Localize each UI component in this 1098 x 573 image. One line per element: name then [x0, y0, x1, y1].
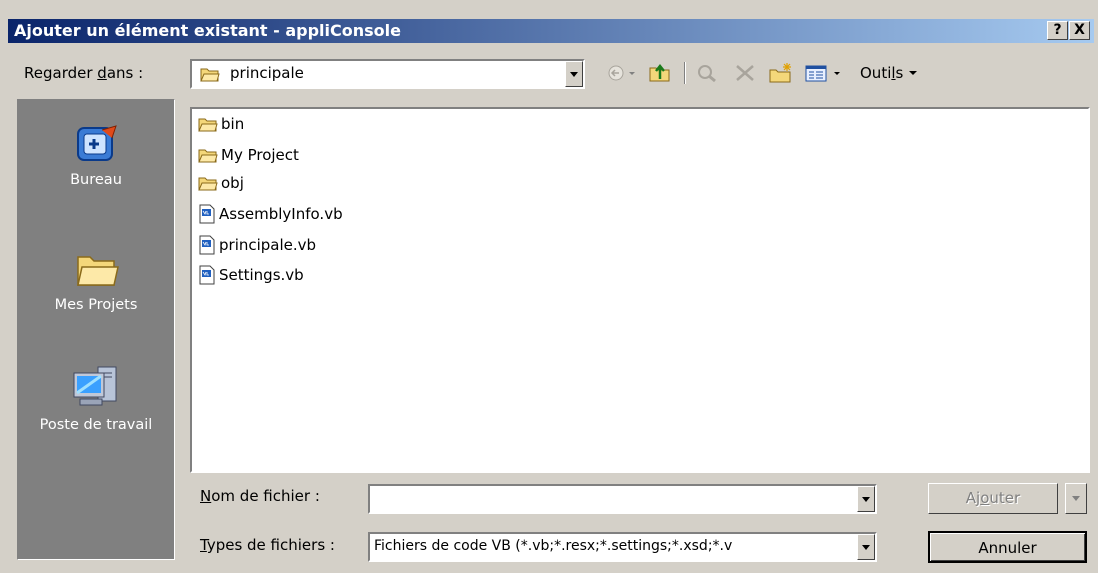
search-web-button[interactable]	[692, 60, 722, 86]
place-label: Mes Projets	[54, 297, 138, 313]
tools-menu[interactable]: Outi l s	[860, 64, 919, 82]
views-icon	[805, 65, 840, 82]
file-list[interactable]: bin My Project obj AssemblyInfo.vb princ…	[190, 107, 1090, 473]
close-label: X	[1074, 22, 1085, 38]
folder-icon	[198, 149, 218, 163]
vb-file-icon	[199, 235, 215, 255]
folder-icon	[198, 177, 218, 191]
chevron-down-icon	[909, 71, 918, 75]
computer-icon	[73, 366, 117, 406]
lookin-combo[interactable]: principale	[190, 59, 585, 89]
add-button[interactable]: Ajouter	[928, 483, 1058, 514]
search-web-icon	[698, 65, 716, 83]
list-item[interactable]: bin	[198, 113, 244, 135]
file-name: bin	[221, 115, 245, 133]
vb-file-icon	[199, 204, 215, 224]
list-item[interactable]: My Project	[198, 144, 299, 166]
close-button[interactable]: X	[1069, 21, 1090, 40]
list-item[interactable]: Settings.vb	[198, 264, 304, 286]
file-name: AssemblyInfo.vb	[219, 205, 343, 223]
filetype-select[interactable]: Fichiers de code VB (*.vb;*.resx;*.setti…	[368, 532, 877, 562]
folder-icon	[77, 256, 119, 286]
place-computer[interactable]: Poste de travail	[18, 363, 174, 433]
new-folder-button[interactable]	[766, 60, 796, 86]
chevron-down-icon[interactable]	[857, 486, 875, 512]
place-label: Poste de travail	[39, 417, 153, 433]
list-item[interactable]: obj	[198, 172, 244, 194]
lookin-label: Regarder dans :	[24, 64, 144, 82]
chevron-down-icon[interactable]	[565, 61, 583, 87]
folder-icon	[198, 118, 218, 132]
up-folder-icon	[649, 63, 670, 82]
file-name: obj	[221, 174, 244, 192]
back-button[interactable]	[604, 60, 642, 86]
views-button[interactable]	[802, 60, 856, 86]
delete-button[interactable]	[730, 60, 760, 86]
list-item[interactable]: AssemblyInfo.vb	[198, 203, 343, 225]
folder-open-icon	[200, 68, 220, 82]
add-options-button[interactable]	[1065, 483, 1087, 514]
cancel-button[interactable]: Annuler	[928, 531, 1087, 563]
help-button[interactable]: ?	[1047, 21, 1068, 40]
filetype-value: Fichiers de code VB (*.vb;*.resx;*.setti…	[374, 538, 733, 554]
chevron-down-icon[interactable]	[857, 534, 875, 560]
desktop-icon	[77, 125, 117, 161]
filetype-label: Types de fichiers :	[200, 536, 335, 554]
place-projects[interactable]: Mes Projets	[18, 247, 174, 313]
filename-label: Nom de fichier :	[200, 487, 320, 505]
back-icon	[608, 65, 635, 81]
file-name: Settings.vb	[219, 266, 304, 284]
places-bar: Bureau Mes Projets Poste de travail	[17, 99, 175, 560]
window-title: Ajouter un élément existant - appliConso…	[14, 21, 401, 40]
delete-icon	[736, 65, 754, 81]
file-name: My Project	[221, 146, 299, 164]
lookin-value: principale	[230, 64, 304, 82]
place-desktop[interactable]: Bureau	[18, 122, 174, 188]
list-item[interactable]: principale.vb	[198, 234, 316, 256]
toolbar-separator	[684, 62, 686, 84]
place-label: Bureau	[70, 172, 122, 188]
chevron-down-icon	[1072, 496, 1080, 501]
vb-file-icon	[199, 265, 215, 285]
file-name: principale.vb	[219, 236, 317, 254]
help-label: ?	[1053, 22, 1062, 38]
filename-input[interactable]	[368, 484, 877, 514]
new-folder-icon	[769, 63, 791, 83]
up-folder-button[interactable]	[645, 60, 675, 86]
title-bar: Ajouter un élément existant - appliConso…	[8, 19, 1094, 43]
